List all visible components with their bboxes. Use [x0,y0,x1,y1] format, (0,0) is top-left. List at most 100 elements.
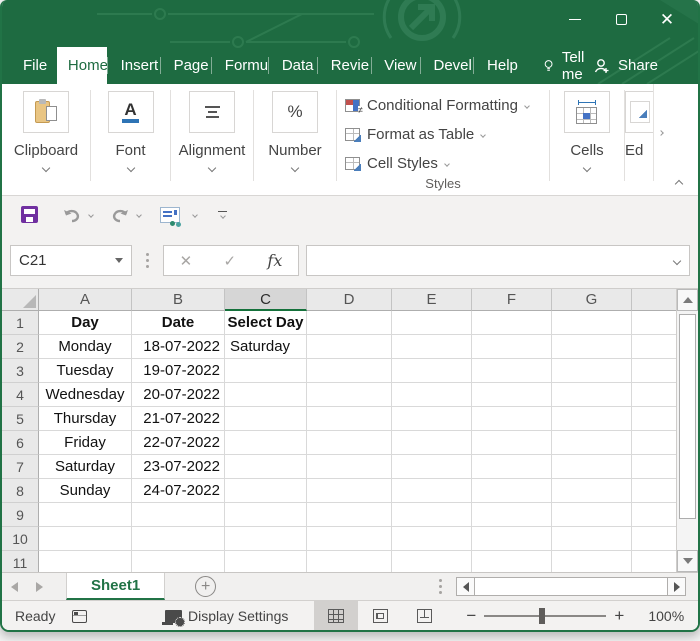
cell-G8[interactable] [552,479,632,503]
collapse-ribbon-button[interactable] [668,175,690,193]
cell-partial-2[interactable] [632,335,676,359]
cell-B1[interactable]: Date [132,311,225,335]
cell-B2[interactable]: 18-07-2022 [132,335,225,359]
cell-partial-4[interactable] [632,383,676,407]
ribbon-tab-page[interactable]: Page [161,47,212,84]
column-header-e[interactable]: E [392,289,472,311]
clipboard-group-button[interactable]: Clipboard [2,84,90,195]
cell-B9[interactable] [132,503,225,527]
cell-B4[interactable]: 20-07-2022 [132,383,225,407]
cell-F10[interactable] [472,527,552,551]
cell-E2[interactable] [392,335,472,359]
zoom-slider[interactable] [484,608,607,624]
cell-E8[interactable] [392,479,472,503]
column-header-partial[interactable] [632,289,676,311]
cell-B8[interactable]: 24-07-2022 [132,479,225,503]
page-break-preview-button[interactable] [402,601,446,630]
separator-dots[interactable] [439,579,442,594]
row-header-4[interactable]: 4 [2,383,39,407]
cell-D10[interactable] [307,527,392,551]
cancel-button[interactable]: ✕ [180,252,193,270]
ribbon-tab-help[interactable]: Help [474,47,522,84]
cell-partial-11[interactable] [632,551,676,572]
column-header-f[interactable]: F [472,289,552,311]
cell-D1[interactable] [307,311,392,335]
cell-D7[interactable] [307,455,392,479]
page-layout-view-button[interactable] [358,601,402,630]
cell-A11[interactable] [39,551,132,572]
ribbon-tab-data[interactable]: Data [269,47,317,84]
cell-A10[interactable] [39,527,132,551]
sheet-tab-sheet1[interactable]: Sheet1 [66,573,166,600]
cell-partial-3[interactable] [632,359,676,383]
cell-C6[interactable] [225,431,307,455]
customize-qat-button[interactable] [212,201,233,229]
cell-C5[interactable] [225,407,307,431]
cell-partial-7[interactable] [632,455,676,479]
cell-G1[interactable] [552,311,632,335]
cell-E10[interactable] [392,527,472,551]
zoom-slider-thumb[interactable] [539,608,546,624]
row-header-9[interactable]: 9 [2,503,39,527]
display-settings-button[interactable]: Display Settings [162,608,288,627]
cells-group-button[interactable]: Cells [550,84,624,195]
cell-D3[interactable] [307,359,392,383]
cell-B10[interactable] [132,527,225,551]
cell-G9[interactable] [552,503,632,527]
cell-C1[interactable]: Select Day [225,311,307,335]
vertical-scrollbar[interactable] [676,289,698,572]
column-header-g[interactable]: G [552,289,632,311]
zoom-in-button[interactable]: + [606,606,632,626]
row-header-1[interactable]: 1 [2,311,39,335]
cell-D6[interactable] [307,431,392,455]
cell-E7[interactable] [392,455,472,479]
cell-E5[interactable] [392,407,472,431]
cell-partial-5[interactable] [632,407,676,431]
row-header-11[interactable]: 11 [2,551,39,572]
undo-button[interactable] [56,201,88,229]
cell-A8[interactable]: Sunday [39,479,132,503]
ribbon-tab-home[interactable]: Home [56,47,107,84]
cell-partial-1[interactable] [632,311,676,335]
cell-C3[interactable] [225,359,307,383]
cell-F4[interactable] [472,383,552,407]
cell-partial-6[interactable] [632,431,676,455]
cell-B3[interactable]: 19-07-2022 [132,359,225,383]
scroll-right-button[interactable] [667,577,686,596]
cell-F1[interactable] [472,311,552,335]
cell-G7[interactable] [552,455,632,479]
separator-dots[interactable] [146,253,149,268]
cell-C4[interactable] [225,383,307,407]
cell-B11[interactable] [132,551,225,572]
next-sheet-button[interactable] [27,573,52,600]
cell-E6[interactable] [392,431,472,455]
column-header-d[interactable]: D [307,289,392,311]
horizontal-scroll-track[interactable] [475,577,667,596]
row-header-8[interactable]: 8 [2,479,39,503]
column-header-b[interactable]: B [132,289,225,311]
row-header-2[interactable]: 2 [2,335,39,359]
ribbon-tab-file[interactable]: File [2,47,57,84]
scroll-up-button[interactable] [677,289,698,311]
cell-G5[interactable] [552,407,632,431]
font-group-button[interactable]: A Font [91,84,170,195]
cell-partial-8[interactable] [632,479,676,503]
cell-E3[interactable] [392,359,472,383]
cell-C10[interactable] [225,527,307,551]
row-header-5[interactable]: 5 [2,407,39,431]
new-sheet-button[interactable]: + [195,576,217,597]
ribbon-scroll-strip[interactable] [653,84,668,181]
cell-B5[interactable]: 21-07-2022 [132,407,225,431]
cell-partial-10[interactable] [632,527,676,551]
cell-G3[interactable] [552,359,632,383]
save-button[interactable] [15,201,44,229]
cell-styles-button[interactable]: Cell Styles [345,149,450,178]
cell-A5[interactable]: Thursday [39,407,132,431]
editing-group-button[interactable]: Ed [625,84,653,195]
share[interactable]: Share [593,47,658,84]
cell-A3[interactable]: Tuesday [39,359,132,383]
name-box[interactable]: C21 [10,245,132,276]
redo-button[interactable] [104,201,136,229]
cell-E9[interactable] [392,503,472,527]
cell-F7[interactable] [472,455,552,479]
